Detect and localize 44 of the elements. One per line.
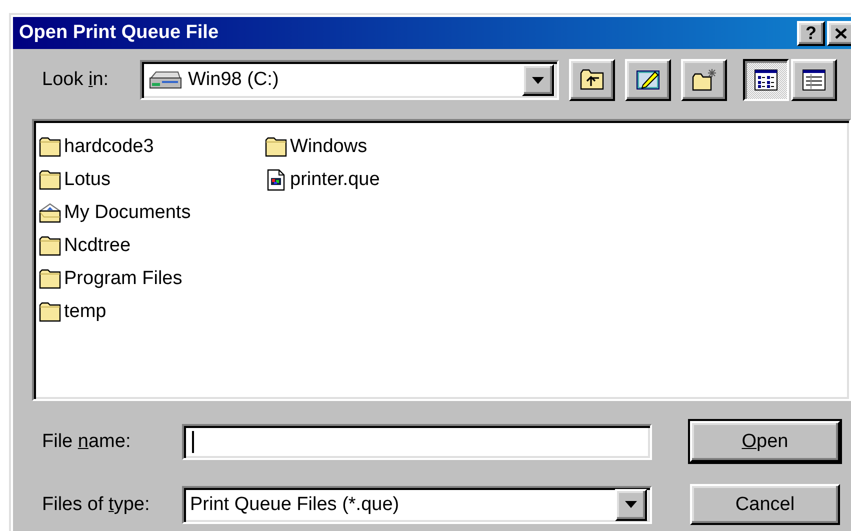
help-button[interactable]: ? — [797, 20, 825, 46]
folder-icon — [265, 136, 287, 158]
look-in-label: Look in: — [42, 69, 110, 91]
file-name[interactable]: My Documents — [64, 202, 191, 224]
close-button[interactable] — [827, 20, 851, 46]
file-name[interactable]: Program Files — [64, 268, 182, 290]
folder-icon — [39, 168, 61, 190]
dropdown-button[interactable] — [522, 64, 554, 96]
document-icon — [265, 168, 287, 190]
new-folder-icon — [691, 68, 717, 92]
file-name[interactable]: Lotus — [64, 168, 110, 190]
file-name[interactable]: hardcode3 — [64, 136, 154, 158]
dropdown-button[interactable] — [615, 488, 647, 520]
folder-icon — [39, 268, 61, 290]
caret-down-icon — [625, 501, 637, 508]
documents-folder-icon — [39, 202, 61, 224]
list-view-button[interactable] — [743, 59, 789, 101]
file-name[interactable]: Ncdtree — [64, 234, 131, 256]
folder-icon — [39, 300, 61, 322]
desktop-button[interactable] — [625, 59, 671, 101]
caret-down-icon — [532, 76, 544, 84]
folder-icon — [39, 234, 61, 256]
file-name[interactable]: printer.que — [290, 168, 380, 190]
file-type-label: Files of type: — [42, 494, 151, 516]
look-in-value: Win98 (C:) — [188, 69, 280, 91]
new-folder-button[interactable] — [681, 59, 727, 101]
details-view-button[interactable] — [791, 59, 837, 101]
file-type-dropdown[interactable]: Print Queue Files (*.que) — [182, 486, 652, 524]
file-type-value: Print Queue Files (*.que) — [190, 494, 400, 516]
details-view-icon — [802, 69, 826, 91]
close-icon — [835, 28, 847, 38]
pen-icon — [635, 68, 661, 92]
file-name[interactable]: Windows — [290, 136, 368, 158]
cancel-button[interactable]: Cancel — [690, 484, 840, 525]
file-name-label: File name: — [42, 430, 132, 452]
list-view-icon — [754, 69, 778, 91]
file-name[interactable]: temp — [64, 300, 106, 322]
look-in-dropdown[interactable]: Win98 (C:) — [140, 60, 559, 100]
folder-up-icon — [579, 68, 605, 92]
open-button[interactable]: Open — [690, 421, 840, 462]
file-name-field[interactable] — [182, 424, 652, 460]
folder-icon — [39, 136, 61, 158]
window-title: Open Print Queue File — [19, 22, 220, 44]
up-folder-button[interactable] — [569, 59, 615, 101]
